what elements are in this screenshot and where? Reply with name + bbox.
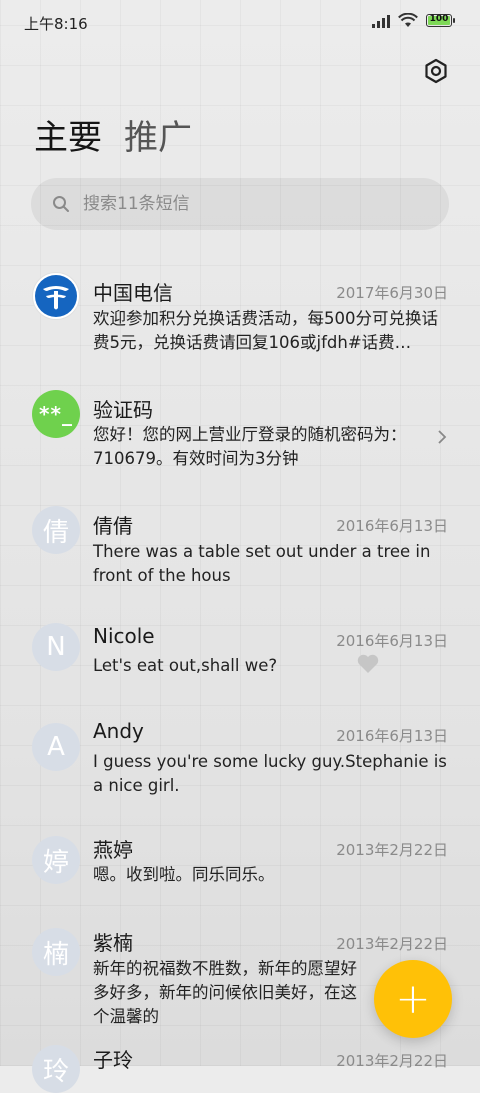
list-item[interactable]: 婷 燕婷 2013年2月22日 嗯。收到啦。同乐同乐。 <box>0 818 480 912</box>
tab-main[interactable]: 主要 <box>34 116 102 160</box>
contact-name: 紫楠 <box>93 931 133 955</box>
message-date: 2017年6月30日 <box>336 284 448 302</box>
list-item[interactable]: 倩 倩倩 2016年6月13日 There was a table set ou… <box>0 492 480 609</box>
message-date: 2016年6月13日 <box>336 727 448 745</box>
search-bar[interactable] <box>31 178 449 230</box>
list-item[interactable]: N Nicole 2016年6月13日 Let's eat out,shall … <box>0 609 480 702</box>
search-icon <box>51 194 71 214</box>
gear-icon <box>425 58 447 84</box>
plus-icon: + <box>395 974 431 1023</box>
signal-icon <box>372 14 390 28</box>
status-icons: 100 <box>372 13 455 28</box>
contact-name: 燕婷 <box>93 838 133 862</box>
contact-name: Andy <box>93 719 144 743</box>
message-preview: 欢迎参加积分兑换话费活动，每500分可兑换话费5元，兑换话费请回复106或jfd… <box>93 309 438 352</box>
status-bar: 上午8:16 100 <box>0 0 480 44</box>
contact-name: Nicole <box>93 624 155 648</box>
status-time: 上午8:16 <box>24 15 88 33</box>
message-list: 中国电信 2017年6月30日 欢迎参加积分兑换话费活动，每500分可兑换话费5… <box>0 262 480 1093</box>
list-item[interactable]: A Andy 2016年6月13日 I guess you're some lu… <box>0 702 480 818</box>
battery-icon: 100 <box>426 14 455 27</box>
avatar: N <box>32 623 80 671</box>
chevron-right-icon <box>438 430 447 444</box>
message-preview: 嗯。收到啦。同乐同乐。 <box>93 865 275 884</box>
message-date: 2016年6月13日 <box>336 517 448 535</box>
contact-name: 子玲 <box>93 1048 133 1072</box>
list-item[interactable]: **_ 验证码 您好！您的网上营业厅登录的随机密码为：710679。有效时间为3… <box>0 377 480 492</box>
message-date: 2016年6月13日 <box>336 632 448 650</box>
message-date: 2013年2月22日 <box>336 841 448 859</box>
new-message-button[interactable]: + <box>374 960 452 1038</box>
list-item[interactable]: 中国电信 2017年6月30日 欢迎参加积分兑换话费活动，每500分可兑换话费5… <box>0 262 480 377</box>
contact-name: 中国电信 <box>93 281 173 305</box>
wifi-icon <box>398 13 418 27</box>
settings-button[interactable] <box>420 55 452 87</box>
avatar: 楠 <box>32 928 80 976</box>
message-preview: I guess you're some lucky guy.Stephanie … <box>93 752 447 795</box>
avatar <box>32 272 80 320</box>
avatar: **_ <box>32 390 80 438</box>
message-date: 2013年2月22日 <box>336 935 448 953</box>
telecom-logo-icon <box>35 275 77 317</box>
tab-promotions[interactable]: 推广 <box>124 116 192 160</box>
avatar: 婷 <box>32 836 80 884</box>
avatar: 倩 <box>32 506 80 554</box>
tab-bar: 主要 推广 <box>34 116 192 160</box>
avatar: A <box>32 723 80 771</box>
avatar: 玲 <box>32 1045 80 1093</box>
message-preview: 新年的祝福数不胜数，新年的愿望好多好多，新年的问候依旧美好，在这个温馨的 <box>93 959 357 1026</box>
battery-level: 100 <box>429 14 449 24</box>
search-input[interactable] <box>81 193 405 215</box>
message-preview: Let's eat out,shall we? <box>93 656 278 675</box>
contact-name: 验证码 <box>93 398 153 422</box>
heart-icon <box>357 654 379 673</box>
message-preview: 您好！您的网上营业厅登录的随机密码为：710679。有效时间为3分钟 <box>93 425 407 468</box>
message-date: 2013年2月22日 <box>336 1052 448 1070</box>
message-preview: There was a table set out under a tree i… <box>93 542 431 585</box>
contact-name: 倩倩 <box>93 514 133 538</box>
